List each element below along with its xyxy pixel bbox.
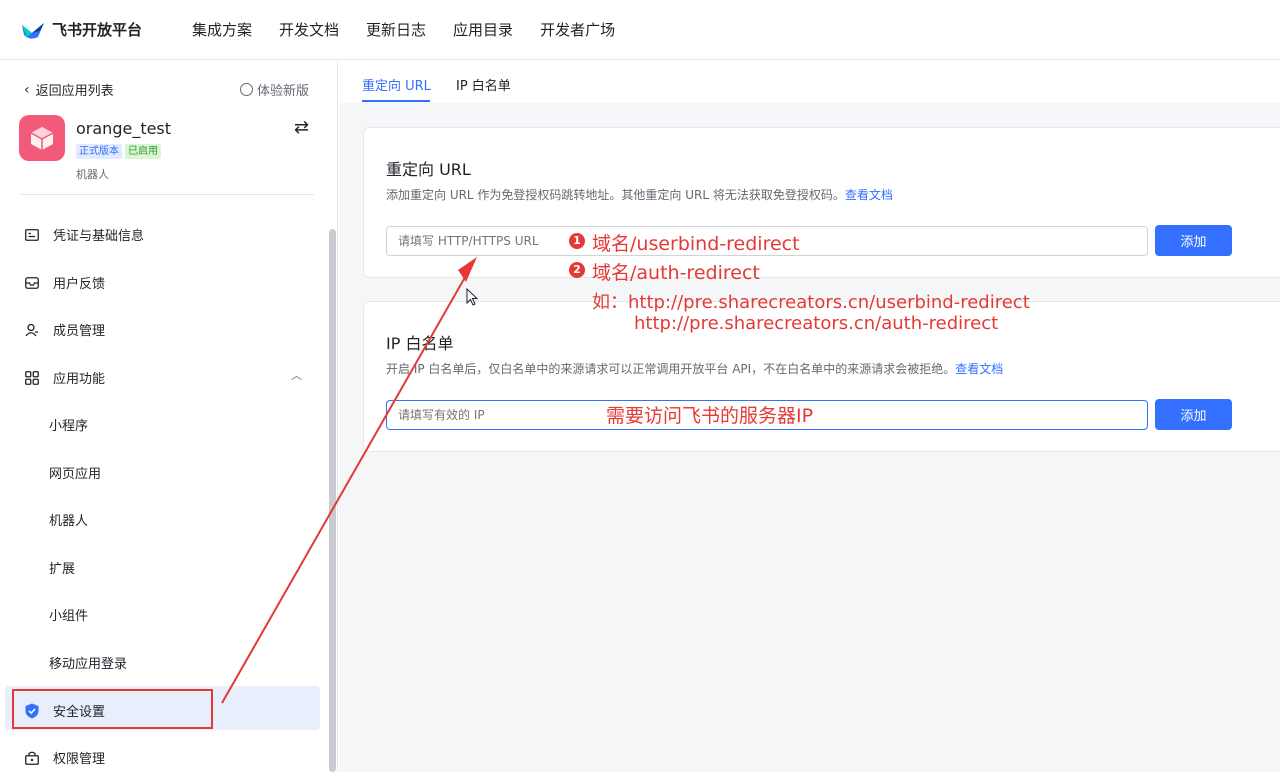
app-icon [19, 115, 65, 161]
annotation-highlight-box [12, 689, 213, 729]
sidebar-item-label: 用户反馈 [53, 277, 106, 292]
app-name: orange_test [76, 119, 172, 138]
top-nav-bar: 飞书开放平台 集成方案 开发文档 更新日志 应用目录 开发者广场 [0, 0, 1280, 60]
ip-doc-link[interactable]: 查看文档 [955, 362, 1003, 376]
feishu-bird-icon [22, 22, 44, 39]
sidebar-item-extension[interactable]: 扩展 [49, 558, 75, 577]
sidebar-item-permissions[interactable]: 权限管理 [24, 748, 105, 767]
annotation-number-2: 2 [569, 262, 585, 278]
try-new-label: 体验新版 [257, 84, 310, 99]
lock-icon [24, 750, 40, 766]
sidebar-item-bot[interactable]: 机器人 [49, 510, 88, 529]
add-ip-button[interactable]: 添加 [1155, 399, 1232, 430]
sidebar-item-members[interactable]: 成员管理 [24, 320, 105, 339]
sidebar-divider [20, 194, 314, 195]
sidebar-item-mobile-login[interactable]: 移动应用登录 [49, 653, 127, 672]
version-badge: 正式版本 [76, 144, 122, 159]
nav-docs[interactable]: 开发文档 [279, 19, 339, 40]
nav-app-directory[interactable]: 应用目录 [453, 19, 513, 40]
redirect-url-card: 重定向 URL 添加重定向 URL 作为免登授权码跳转地址。其他重定向 URL … [363, 127, 1280, 278]
ip-desc-text: 开启 IP 白名单后，仅白名单中的来源请求可以正常调用开放平台 API，不在白名… [386, 362, 956, 376]
back-label: 返回应用列表 [35, 84, 114, 99]
nav-changelog[interactable]: 更新日志 [366, 19, 426, 40]
sidebar-item-mini-program[interactable]: 小程序 [49, 415, 88, 434]
redirect-url-title: 重定向 URL [386, 160, 471, 179]
sidebar-item-features[interactable]: 应用功能 [24, 368, 105, 387]
tabs-bar: 重定向 URL IP 白名单 [339, 61, 1280, 103]
annotation-item-2: 域名/auth-redirect [592, 262, 760, 284]
logo-text: 飞书开放平台 [52, 21, 143, 39]
annotation-ip-note: 需要访问飞书的服务器IP [606, 405, 814, 427]
history-icon [240, 83, 253, 96]
grid-icon [24, 370, 40, 386]
sidebar: ‹ 返回应用列表 体验新版 orange_test ⇄ 正式版本 已启用 机器人… [0, 61, 338, 772]
back-to-app-list[interactable]: ‹ 返回应用列表 [24, 80, 114, 100]
tab-redirect-url[interactable]: 重定向 URL [362, 75, 431, 94]
cube-icon [30, 127, 54, 150]
feishu-logo[interactable]: 飞书开放平台 [20, 19, 192, 41]
redirect-url-description: 添加重定向 URL 作为免登授权码跳转地址。其他重定向 URL 将无法获取免登授… [386, 186, 893, 203]
chevron-left-icon: ‹ [24, 81, 30, 98]
annotation-number-1: 1 [569, 233, 585, 249]
redirect-desc-text: 添加重定向 URL 作为免登授权码跳转地址。其他重定向 URL 将无法获取免登授… [386, 188, 845, 202]
ip-whitelist-title: IP 白名单 [386, 334, 454, 353]
annotation-example-line-1: 如：http://pre.sharecreators.cn/userbind-r… [592, 292, 1030, 313]
mouse-cursor-icon [466, 288, 479, 306]
switch-app-icon[interactable]: ⇄ [294, 117, 309, 138]
sidebar-scrollbar[interactable] [329, 229, 336, 772]
sidebar-item-label: 权限管理 [53, 752, 106, 767]
user-icon [24, 322, 40, 338]
sidebar-item-label: 应用功能 [53, 372, 106, 387]
sidebar-item-web-app[interactable]: 网页应用 [49, 463, 101, 482]
nav-developer-plaza[interactable]: 开发者广场 [540, 19, 615, 40]
nav-integration[interactable]: 集成方案 [192, 19, 252, 40]
top-nav: 集成方案 开发文档 更新日志 应用目录 开发者广场 [192, 19, 642, 40]
sidebar-item-widget[interactable]: 小组件 [49, 605, 88, 624]
sidebar-item-label: 凭证与基础信息 [53, 229, 145, 244]
tab-ip-whitelist[interactable]: IP 白名单 [456, 75, 511, 94]
redirect-doc-link[interactable]: 查看文档 [845, 188, 893, 202]
add-redirect-url-button[interactable]: 添加 [1155, 225, 1232, 256]
inbox-icon [24, 275, 40, 291]
annotation-example-line-2: http://pre.sharecreators.cn/auth-redirec… [634, 313, 999, 334]
app-type-label: 机器人 [76, 168, 109, 181]
id-card-icon [24, 227, 40, 243]
ip-whitelist-description: 开启 IP 白名单后，仅白名单中的来源请求可以正常调用开放平台 API，不在白名… [386, 360, 1003, 377]
sidebar-item-label: 成员管理 [53, 324, 106, 339]
chevron-up-icon[interactable]: ︿ [291, 367, 302, 383]
annotation-item-1: 域名/userbind-redirect [592, 233, 800, 255]
active-tab-indicator [362, 100, 430, 102]
status-badge: 已启用 [125, 144, 161, 159]
sidebar-item-feedback[interactable]: 用户反馈 [24, 273, 105, 292]
sidebar-item-credentials[interactable]: 凭证与基础信息 [24, 225, 144, 244]
try-new-version-link[interactable]: 体验新版 [240, 80, 309, 99]
